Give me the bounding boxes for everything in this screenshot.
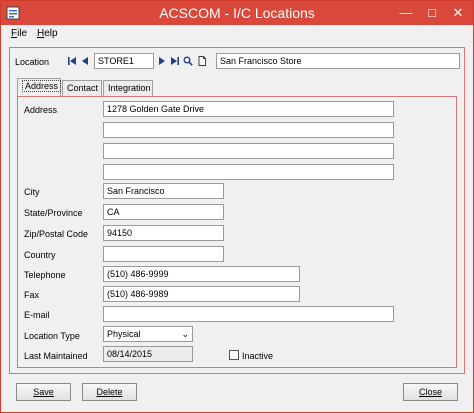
minimize-icon: — [399,5,413,20]
close-icon: ✕ [452,5,464,20]
new-document-icon[interactable] [197,56,207,66]
address-label: Address [24,105,58,115]
zip-input[interactable]: 94150 [103,225,224,241]
inactive-label: Inactive [242,351,274,361]
title-bar: ACSCOM - I/C Locations — □ ✕ [1,1,473,25]
close-window-button[interactable]: ✕ [445,1,471,25]
next-record-icon[interactable] [157,56,167,66]
address-line-3-input[interactable] [103,143,394,159]
chevron-down-icon: ⌄ [181,329,189,339]
menu-bar: File Help [1,25,473,43]
fax-label: Fax [24,290,40,300]
delete-button[interactable]: Delete [82,383,137,401]
country-label: Country [24,250,56,260]
country-input[interactable] [103,246,224,262]
first-record-icon[interactable] [67,56,77,66]
address-line-4-input[interactable] [103,164,394,180]
tab-address[interactable]: Address [17,78,62,97]
search-icon[interactable] [183,56,193,66]
last-record-icon[interactable] [170,56,180,66]
previous-record-icon[interactable] [80,56,90,66]
state-label: State/Province [24,208,83,218]
telephone-input[interactable]: (510) 486-9999 [103,266,300,282]
location-description-input[interactable]: San Francisco Store [216,53,460,69]
location-type-label: Location Type [24,331,80,341]
location-type-select[interactable]: Physical ⌄ [103,326,193,342]
email-label: E-mail [24,310,50,320]
tab-contact[interactable]: Contact [62,80,102,96]
tab-integration[interactable]: Integration [103,80,153,96]
state-input[interactable]: CA [103,204,224,220]
city-input[interactable]: San Francisco [103,183,224,199]
menu-help[interactable]: Help [37,28,58,39]
location-code-input[interactable]: STORE1 [94,53,154,69]
address-line-1-input[interactable]: 1278 Golden Gate Drive [103,101,394,117]
menu-file[interactable]: File [11,28,27,39]
app-window: ACSCOM - I/C Locations — □ ✕ File Help L… [0,0,474,413]
fax-input[interactable]: (510) 486-9989 [103,286,300,302]
minimize-button[interactable]: — [393,1,419,25]
address-line-2-input[interactable] [103,122,394,138]
maximize-icon: □ [428,5,436,20]
maximize-button[interactable]: □ [419,1,445,25]
city-label: City [24,187,40,197]
save-button[interactable]: Save [16,383,71,401]
email-input[interactable] [103,306,394,322]
telephone-label: Telephone [24,270,66,280]
last-maintained-value: 08/14/2015 [103,346,193,362]
close-button[interactable]: Close [403,383,458,401]
zip-label: Zip/Postal Code [24,229,89,239]
last-maintained-label: Last Maintained [24,351,88,361]
location-label: Location [15,57,50,67]
inactive-checkbox[interactable] [229,350,239,360]
